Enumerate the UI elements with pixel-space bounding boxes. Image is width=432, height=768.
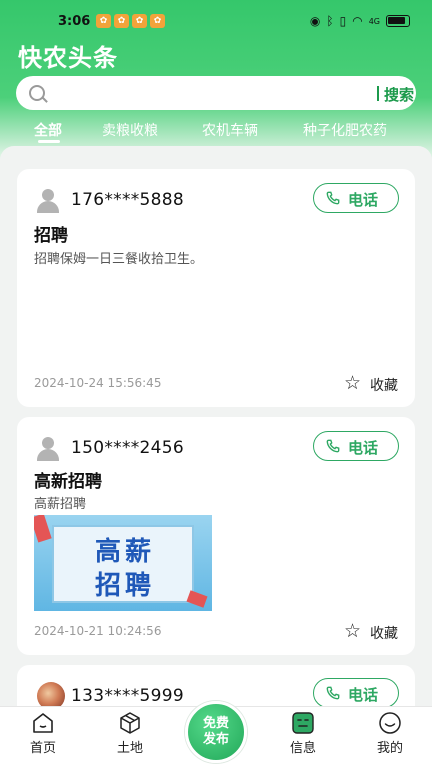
- avatar: [37, 682, 65, 706]
- image-board: 高薪 招聘: [52, 525, 194, 603]
- poster-phone: 150****2456: [71, 438, 185, 458]
- feed[interactable]: 176****5888 电话 招聘 招聘保姆一日三餐收拾卫生。 2024-10-…: [0, 146, 432, 706]
- notification-icons: ✿ ✿ ✿ ✿: [96, 14, 165, 28]
- category-tabs: 全部 卖粮收粮 农机车辆 种子化肥农药: [0, 118, 432, 148]
- header: 3:06 ✿ ✿ ✿ ✿ ◉ ᛒ ▯ ◠ 4G 快农头条 搜索 全部 卖粮收粮 …: [0, 0, 432, 162]
- favorite-label: 收藏: [370, 378, 398, 394]
- bluetooth-icon: ᛒ: [326, 14, 334, 28]
- phone-icon: [326, 191, 340, 205]
- battery-icon: [386, 15, 410, 27]
- page-title: 快农头条: [18, 44, 118, 72]
- tab-all[interactable]: 全部: [34, 120, 62, 140]
- post-image[interactable]: 高薪 招聘: [34, 515, 212, 611]
- nav-messages[interactable]: 信息: [273, 707, 333, 767]
- image-decoration: [34, 515, 52, 543]
- favorite-label: 收藏: [370, 626, 398, 642]
- post-title: 招聘: [34, 226, 68, 246]
- post-card[interactable]: 176****5888 电话 招聘 招聘保姆一日三餐收拾卫生。 2024-10-…: [17, 169, 415, 407]
- tab-seeds-fertilizer[interactable]: 种子化肥农药: [303, 120, 387, 140]
- notification-icon: ✿: [114, 14, 129, 28]
- image-text-line1: 高薪: [94, 537, 155, 567]
- phone-icon: [326, 686, 340, 700]
- cube-icon: [120, 712, 140, 734]
- nav-land-label: 土地: [116, 741, 143, 756]
- notification-icon: ✿: [132, 14, 147, 28]
- profile-icon: [379, 712, 401, 734]
- eye-icon: ◉: [309, 14, 321, 28]
- favorite-button[interactable]: ☆ 收藏: [344, 372, 398, 395]
- post-card[interactable]: 150****2456 电话 高新招聘 高薪招聘 高薪 招聘 2024-10-2…: [17, 417, 415, 655]
- image-text-line2: 招聘: [94, 571, 155, 601]
- nav-home-label: 首页: [29, 741, 56, 756]
- post-date: 2024-10-24 15:56:45: [34, 376, 162, 390]
- post-description: 招聘保姆一日三餐收拾卫生。: [34, 252, 204, 267]
- publish-label-line2: 发布: [202, 732, 229, 747]
- signal-icon: 4G: [368, 16, 380, 26]
- call-button[interactable]: 电话: [313, 183, 399, 213]
- poster-phone: 133****5999: [71, 686, 185, 706]
- search-bar[interactable]: 搜索: [16, 76, 416, 110]
- nav-messages-label: 信息: [289, 741, 316, 756]
- star-icon: ☆: [344, 372, 362, 394]
- post-description: 高薪招聘: [34, 497, 87, 512]
- poster-phone: 176****5888: [71, 190, 185, 210]
- vibrate-icon: ▯: [339, 14, 347, 28]
- notification-icon: ✿: [96, 14, 111, 28]
- search-divider: [377, 86, 379, 101]
- post-date: 2024-10-21 10:24:56: [34, 624, 162, 638]
- notification-icon: ✿: [150, 14, 165, 28]
- call-button-label: 电话: [348, 191, 379, 209]
- call-button-label: 电话: [348, 439, 379, 457]
- nav-land[interactable]: 土地: [100, 707, 160, 767]
- post-title: 高新招聘: [34, 472, 102, 492]
- search-button[interactable]: 搜索: [384, 84, 414, 105]
- post-card[interactable]: 133****5999 电话: [17, 665, 415, 706]
- nav-mine-label: 我的: [376, 741, 403, 756]
- call-button-label: 电话: [348, 686, 379, 704]
- status-bar: 3:06 ✿ ✿ ✿ ✿ ◉ ᛒ ▯ ◠ 4G: [0, 0, 432, 42]
- favorite-button[interactable]: ☆ 收藏: [344, 620, 398, 643]
- nav-home[interactable]: 首页: [13, 707, 73, 767]
- call-button[interactable]: 电话: [313, 431, 399, 461]
- avatar: [37, 437, 59, 461]
- search-icon: [29, 85, 45, 101]
- active-tab-indicator: [38, 140, 60, 143]
- home-icon: [33, 713, 53, 733]
- tab-grain[interactable]: 卖粮收粮: [102, 120, 158, 140]
- publish-label-line1: 免费: [202, 716, 229, 731]
- wifi-icon: ◠: [352, 14, 363, 28]
- system-status-icons: ◉ ᛒ ▯ ◠ 4G: [310, 14, 410, 28]
- star-icon: ☆: [344, 620, 362, 642]
- image-decoration: [186, 590, 208, 608]
- tab-machinery[interactable]: 农机车辆: [202, 120, 258, 140]
- avatar: [37, 189, 59, 213]
- publish-button[interactable]: 免费 发布: [185, 701, 247, 763]
- status-time: 3:06: [58, 14, 91, 29]
- phone-icon: [326, 439, 340, 453]
- messages-icon: [292, 712, 314, 734]
- nav-mine[interactable]: 我的: [360, 707, 420, 767]
- call-button[interactable]: 电话: [313, 678, 399, 706]
